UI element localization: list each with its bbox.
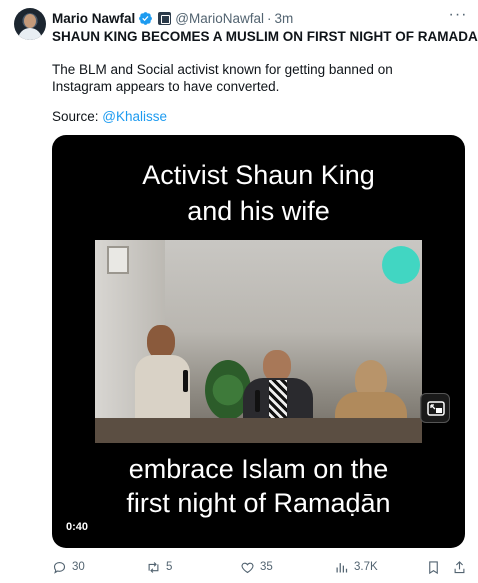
affiliate-badge-icon[interactable] <box>158 11 172 25</box>
repost-icon <box>148 561 159 573</box>
tweet-description: The BLM and Social activist known for ge… <box>52 62 393 94</box>
repost-count: 5 <box>166 561 173 573</box>
video-caption-top-2: and his wife <box>187 196 330 226</box>
views-icon <box>336 562 348 572</box>
like-count: 35 <box>260 561 273 573</box>
video-player[interactable]: Activist Shaun King and his wife embrace… <box>52 135 465 548</box>
handle[interactable]: @MarioNawfal <box>175 11 264 26</box>
source-link[interactable]: @Khalisse <box>102 109 167 124</box>
video-caption-bottom-1: embrace Islam on the <box>128 454 389 484</box>
video-caption-bottom-2: first night of Ramaḍān <box>126 488 391 518</box>
video-caption-top-1: Activist Shaun King <box>142 160 375 190</box>
video-frame <box>95 240 422 443</box>
bookmark-icon <box>429 560 438 574</box>
avatar[interactable] <box>14 8 46 40</box>
reply-button[interactable]: 30 <box>52 556 85 578</box>
separator-dot: · <box>267 10 272 26</box>
share-button[interactable] <box>452 556 472 578</box>
verified-badge-icon[interactable] <box>138 11 153 26</box>
more-options-icon[interactable]: ··· <box>448 7 468 26</box>
views-button[interactable]: 3.7K <box>334 556 378 578</box>
tweet-headline: SHAUN KING BECOMES A MUSLIM ON FIRST NIG… <box>52 29 478 44</box>
like-button[interactable]: 35 <box>240 556 273 578</box>
bookmark-button[interactable] <box>426 556 446 578</box>
repost-button[interactable]: 5 <box>146 556 172 578</box>
views-count: 3.7K <box>354 561 378 573</box>
reply-count: 30 <box>72 561 85 573</box>
display-name[interactable]: Mario Nawfal <box>52 11 135 26</box>
tweet: Mario Nawfal @MarioNawfal · 3m ··· SHAUN… <box>0 0 478 583</box>
reply-icon <box>53 561 66 574</box>
action-bar: 30 5 35 3.7K <box>52 556 472 578</box>
tweet-header: Mario Nawfal @MarioNawfal · 3m <box>52 9 293 27</box>
picture-in-picture-icon[interactable] <box>420 393 450 423</box>
source-prefix: Source: <box>52 109 103 124</box>
timestamp[interactable]: 3m <box>275 11 294 26</box>
video-duration: 0:40 <box>66 521 89 533</box>
heart-icon <box>241 562 254 573</box>
share-icon <box>454 560 465 573</box>
logo-badge <box>382 246 420 284</box>
tweet-source: Source: @Khalisse <box>52 109 167 124</box>
